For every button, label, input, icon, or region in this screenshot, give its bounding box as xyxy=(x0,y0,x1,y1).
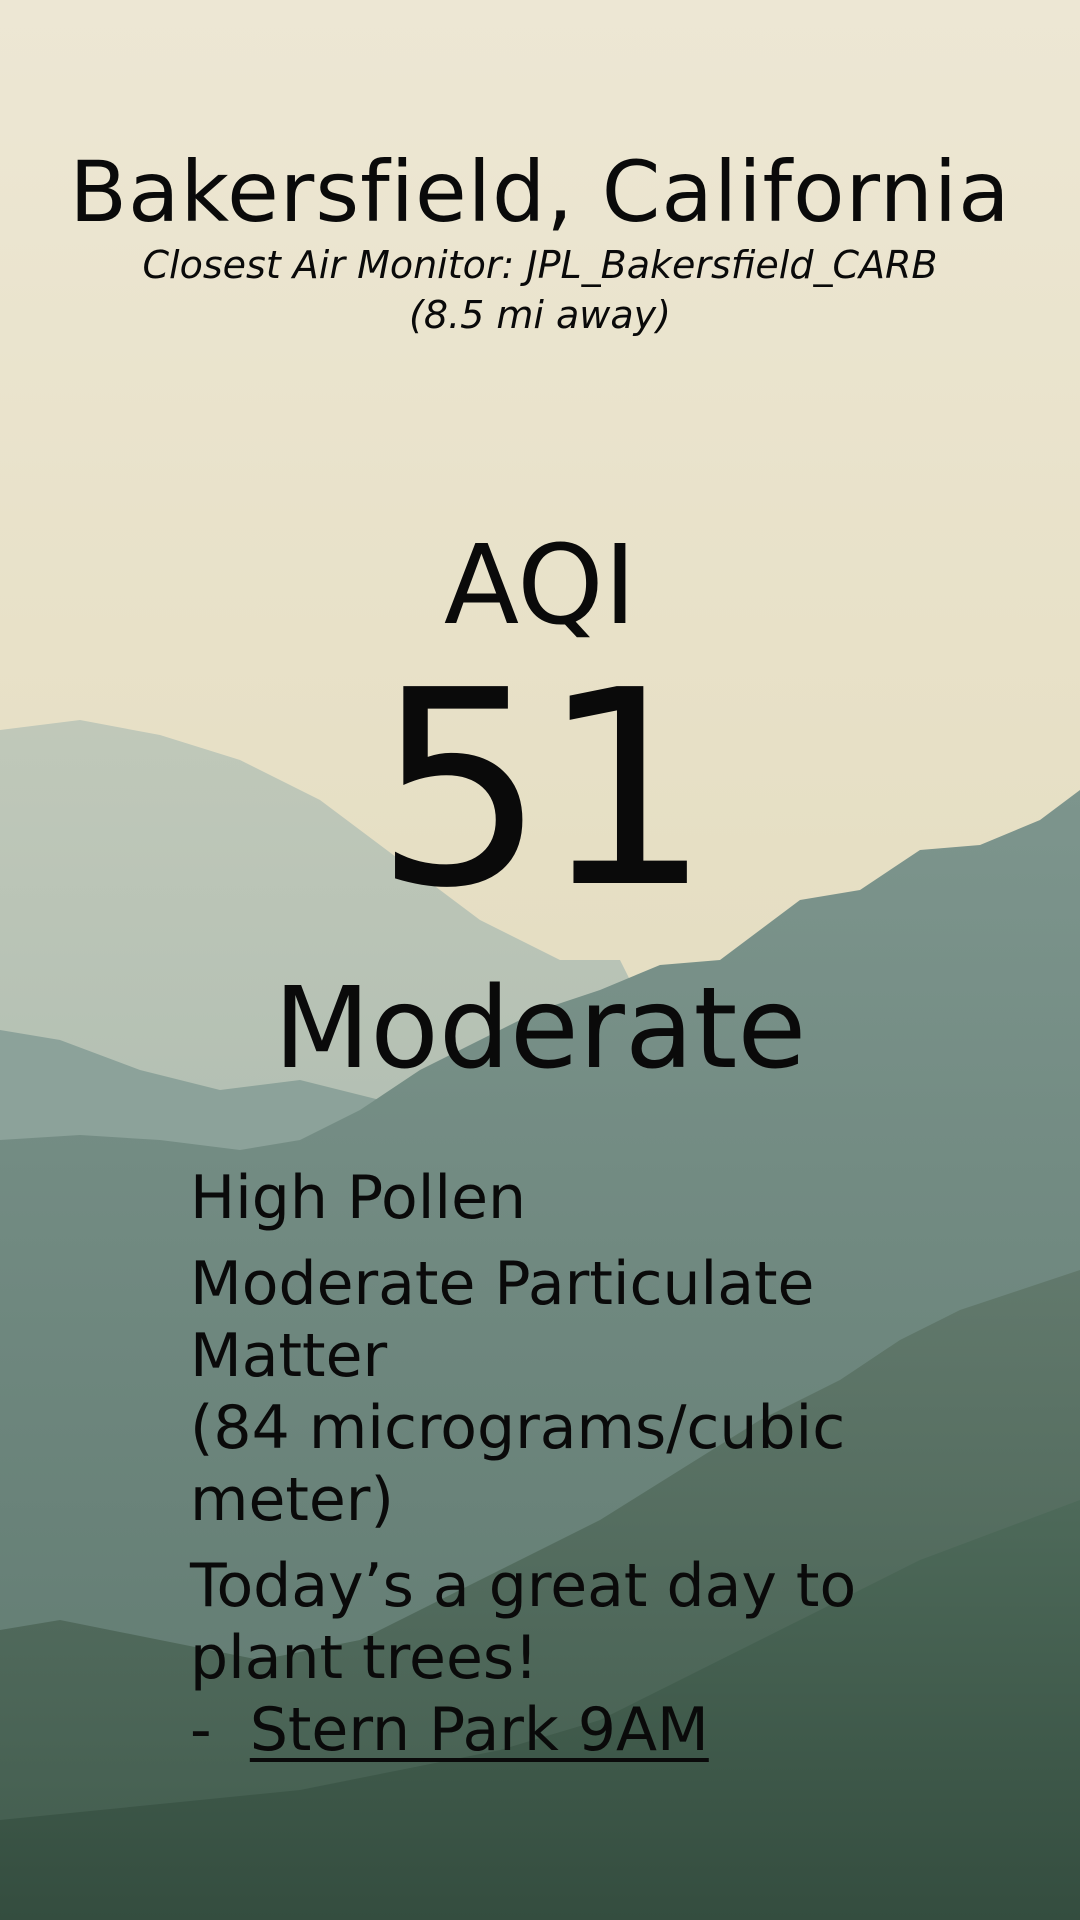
event-line-1: Today’s a great day to xyxy=(190,1551,857,1621)
event-dash: - xyxy=(190,1695,212,1765)
particulate-line-4: meter) xyxy=(190,1465,394,1535)
event-message: Today’s a great day to plant trees! - St… xyxy=(190,1550,990,1766)
pollen-level: High Pollen xyxy=(190,1163,527,1233)
particulate-line-2: Matter xyxy=(190,1321,388,1391)
conditions-list: High Pollen Moderate Particulate Matter … xyxy=(190,1162,990,1766)
monitor-distance: (8.5 mi away) xyxy=(409,293,671,337)
aqi-label: AQI xyxy=(443,521,637,649)
aqi-value: 51 xyxy=(374,632,712,947)
location-title: Bakersfield, California xyxy=(69,143,1011,241)
event-line-2: plant trees! xyxy=(190,1623,539,1693)
monitor-name: Closest Air Monitor: JPL_Bakersfield_CAR… xyxy=(142,243,938,287)
particulate-line-1: Moderate Particulate xyxy=(190,1249,815,1319)
event-link[interactable]: Stern Park 9AM xyxy=(250,1695,709,1765)
aqi-category: Moderate xyxy=(273,964,807,1094)
particulate-line-3: (84 micrograms/cubic xyxy=(190,1393,846,1463)
aqi-screen: Bakersfield, California Closest Air Moni… xyxy=(0,0,1080,1920)
particulate-matter: Moderate Particulate Matter (84 microgra… xyxy=(190,1248,990,1536)
event-link-row: - Stern Park 9AM xyxy=(190,1694,990,1766)
